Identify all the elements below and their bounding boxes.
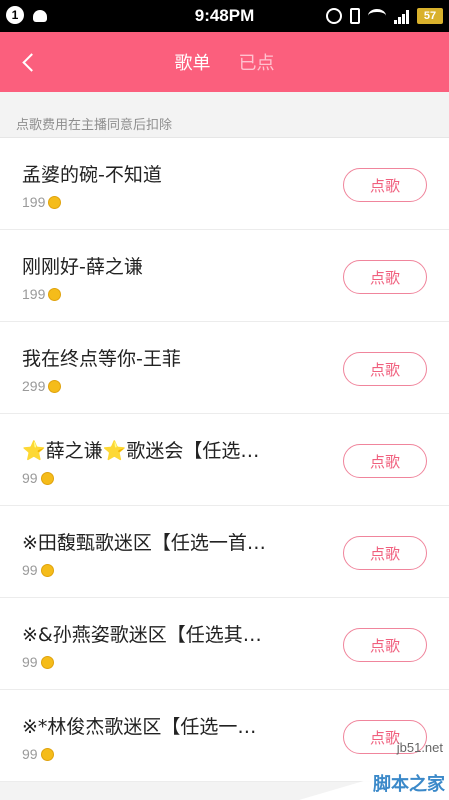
list-item: 我在终点等你-王菲 299 点歌 xyxy=(0,322,449,414)
list-item: 刚刚好-薛之谦 199 点歌 xyxy=(0,230,449,322)
wifi-icon xyxy=(368,9,386,23)
watermark-url: jb51.net xyxy=(396,740,443,755)
song-price: 299 xyxy=(22,378,62,394)
price-value: 299 xyxy=(22,378,46,394)
price-value: 199 xyxy=(22,286,46,302)
price-value: 99 xyxy=(22,470,38,486)
song-price: 99 xyxy=(22,562,54,578)
list-item: ※田馥甄歌迷区【任选一首… 99 点歌 xyxy=(0,506,449,598)
coin-icon xyxy=(40,563,54,577)
tab-bar: 歌单 已点 xyxy=(0,32,449,92)
price-value: 99 xyxy=(22,746,38,762)
song-title: ⭐薛之谦⭐歌迷会【任选… xyxy=(22,440,260,462)
song-price: 199 xyxy=(22,286,62,302)
song-list: 孟婆的碗-不知道 199 点歌 刚刚好-薛之谦 199 点歌 我在终点等你-王菲… xyxy=(0,138,449,782)
song-title: ※*林俊杰歌迷区【任选一… xyxy=(22,716,257,738)
tab-ordered[interactable]: 已点 xyxy=(239,49,275,75)
back-button[interactable] xyxy=(12,46,44,78)
order-song-button[interactable]: 点歌 xyxy=(343,168,427,202)
song-price: 99 xyxy=(22,654,54,670)
song-title: ※&孙燕姿歌迷区【任选其… xyxy=(22,624,262,646)
list-item: ⭐薛之谦⭐歌迷会【任选… 99 点歌 xyxy=(0,414,449,506)
tab-song-list[interactable]: 歌单 xyxy=(175,49,211,75)
song-price: 99 xyxy=(22,746,54,762)
chevron-left-icon xyxy=(21,52,41,72)
vibrate-icon xyxy=(350,8,360,24)
order-song-button[interactable]: 点歌 xyxy=(343,352,427,386)
song-title: 刚刚好-薛之谦 xyxy=(22,256,143,278)
battery-icon: 57 xyxy=(417,8,443,24)
list-item: 孟婆的碗-不知道 199 点歌 xyxy=(0,138,449,230)
coin-icon xyxy=(48,287,62,301)
coin-icon xyxy=(48,195,62,209)
song-price: 99 xyxy=(22,470,54,486)
watermark-name: 脚本之家 xyxy=(373,774,445,795)
header-bar: 歌单 已点 xyxy=(0,32,449,92)
coin-icon xyxy=(40,655,54,669)
order-song-button[interactable]: 点歌 xyxy=(343,444,427,478)
fee-hint-text: 点歌费用在主播同意后扣除 xyxy=(16,118,173,133)
coin-icon xyxy=(40,747,54,761)
signal-icon xyxy=(394,8,409,24)
price-value: 99 xyxy=(22,654,38,670)
site-watermark: jb51.net 脚本之家 xyxy=(299,740,449,800)
order-song-button[interactable]: 点歌 xyxy=(343,628,427,662)
list-item: ※&孙燕姿歌迷区【任选其… 99 点歌 xyxy=(0,598,449,690)
alarm-icon xyxy=(326,8,342,24)
order-song-button[interactable]: 点歌 xyxy=(343,260,427,294)
status-bar: 1 9:48PM 57 xyxy=(0,0,449,32)
fee-hint: 点歌费用在主播同意后扣除 xyxy=(0,92,449,138)
coin-icon xyxy=(48,379,62,393)
song-title: 我在终点等你-王菲 xyxy=(22,348,181,370)
price-value: 199 xyxy=(22,194,46,210)
price-value: 99 xyxy=(22,562,38,578)
song-title: ※田馥甄歌迷区【任选一首… xyxy=(22,532,266,554)
song-price: 199 xyxy=(22,194,62,210)
coin-icon xyxy=(40,471,54,485)
order-song-button[interactable]: 点歌 xyxy=(343,536,427,570)
song-title: 孟婆的碗-不知道 xyxy=(22,164,162,186)
